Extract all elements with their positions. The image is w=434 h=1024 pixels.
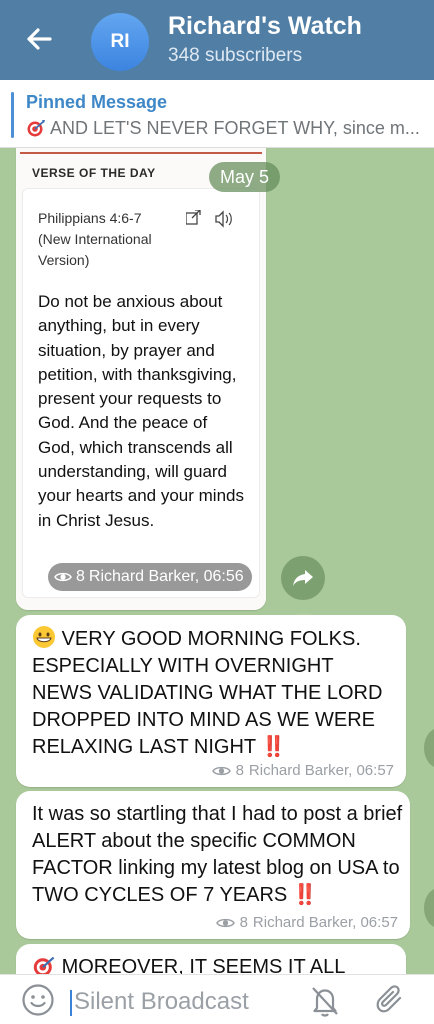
channel-title[interactable]: Richard's Watch <box>168 12 362 41</box>
image-divider <box>20 152 262 154</box>
bell-off-icon[interactable] <box>309 984 341 1018</box>
image-message-meta: 8 Richard Barker, 06:56 <box>48 563 252 591</box>
view-count: 8 <box>76 568 85 585</box>
message-text: It was so startling that I had to post a… <box>32 803 403 906</box>
scroll-indicator <box>424 888 434 928</box>
views-eye-icon <box>215 918 235 927</box>
speaker-icon <box>215 210 232 228</box>
views-eye-icon <box>211 766 231 775</box>
views-eye-icon <box>54 572 72 582</box>
view-count: 8 <box>239 914 248 931</box>
double-exclamation-icon: ‼️ <box>292 884 318 906</box>
external-link-icon <box>185 209 201 225</box>
paperclip-icon[interactable] <box>374 984 408 1018</box>
author-time: Richard Barker, 06:56 <box>88 568 244 585</box>
author-time: Richard Barker, 06:57 <box>252 914 398 931</box>
text-message[interactable]: It was so startling that I had to post a… <box>16 791 410 939</box>
forward-arrow-icon <box>293 570 313 586</box>
forward-button[interactable] <box>281 556 325 600</box>
verse-reference: Philippians 4:6-7 (New International Ver… <box>38 210 152 268</box>
pinned-message-bar[interactable]: Pinned Message AND LET'S NEVER FORGET WH… <box>0 80 434 148</box>
dart-target-icon <box>32 956 62 974</box>
channel-avatar[interactable]: RI <box>91 13 149 71</box>
pinned-title: Pinned Message <box>26 92 168 112</box>
text-message[interactable]: VERY GOOD MORNING FOLKS. ESPECIALLY WITH… <box>16 615 406 787</box>
verse-heading: VERSE OF THE DAY <box>32 166 156 180</box>
message-list[interactable]: VERSE OF THE DAY Philippians 4:6-7 (New … <box>0 148 434 974</box>
verse-image[interactable]: VERSE OF THE DAY Philippians 4:6-7 (New … <box>16 148 266 610</box>
verse-text: Do not be anxious about anything, but in… <box>38 292 244 530</box>
pinned-text: AND LET'S NEVER FORGET WHY, since m... <box>50 118 420 138</box>
smiley-icon[interactable] <box>20 982 56 1018</box>
pinned-indicator <box>11 92 14 138</box>
date-separator: May 5 <box>209 162 281 192</box>
message-text: VERY GOOD MORNING FOLKS. ESPECIALLY WITH… <box>32 628 383 758</box>
image-message[interactable]: VERSE OF THE DAY Philippians 4:6-7 (New … <box>16 148 266 610</box>
grinning-face-icon <box>32 626 62 650</box>
view-count: 8 <box>235 762 244 779</box>
message-body: MOREOVER, IT SEEMS IT ALL <box>32 954 402 974</box>
scroll-indicator <box>424 728 434 768</box>
pinned-preview: AND LET'S NEVER FORGET WHY, since m... <box>26 118 430 139</box>
chat-header: RI Richard's Watch 348 subscribers <box>0 0 434 80</box>
message-meta: 8 Richard Barker, 06:57 <box>211 762 394 779</box>
verse-actions <box>185 209 246 228</box>
message-input[interactable]: Silent Broadcast <box>74 988 249 1016</box>
back-arrow-icon[interactable] <box>22 22 56 56</box>
author-time: Richard Barker, 06:57 <box>248 762 394 779</box>
text-cursor <box>70 990 72 1016</box>
message-text: MOREOVER, IT SEEMS IT ALL <box>61 956 346 974</box>
message-meta: 8 Richard Barker, 06:57 <box>215 914 398 931</box>
message-body: It was so startling that I had to post a… <box>32 801 406 909</box>
message-body: VERY GOOD MORNING FOLKS. ESPECIALLY WITH… <box>32 625 398 761</box>
subscriber-count: 348 subscribers <box>168 45 303 66</box>
dart-target-icon <box>26 119 46 137</box>
double-exclamation-icon: ‼️ <box>261 736 287 758</box>
message-input-bar: Silent Broadcast <box>0 974 434 1024</box>
text-message[interactable]: MOREOVER, IT SEEMS IT ALL <box>16 944 406 974</box>
